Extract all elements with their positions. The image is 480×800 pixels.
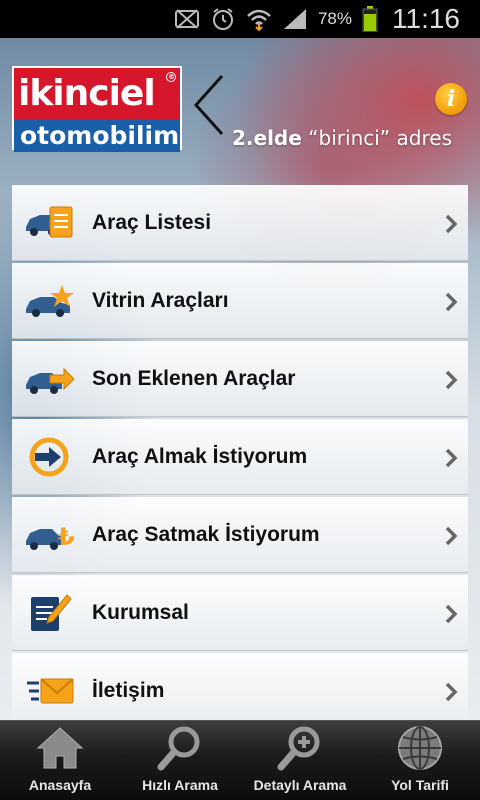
main-menu: Araç Listesi Vitrin Araçları Son Eklenen… (12, 185, 468, 720)
menu-item-son-eklenen-araclar[interactable]: Son Eklenen Araçlar (12, 341, 468, 417)
status-bar: 78% 11:16 (0, 0, 480, 38)
menu-item-arac-satmak-istiyorum[interactable]: ₺ Araç Satmak İstiyorum (12, 497, 468, 573)
signal-icon (282, 6, 308, 32)
logo-top: ikinciel ® (14, 68, 180, 120)
chevron-right-icon (444, 526, 458, 551)
battery-percent: 78% (317, 9, 352, 28)
tab-detayli-arama[interactable]: Detaylı Arama (240, 721, 360, 800)
tab-hizli-arama[interactable]: Hızlı Arama (120, 721, 240, 800)
chevron-right-icon (444, 448, 458, 473)
brand-logo[interactable]: ikinciel ® otomobilim (12, 66, 182, 152)
alarm-icon (210, 6, 236, 32)
chevron-right-icon (444, 370, 458, 395)
menu-item-arac-almak-istiyorum[interactable]: Araç Almak İstiyorum (12, 419, 468, 495)
chevron-left-icon (192, 74, 226, 141)
home-icon (34, 723, 86, 773)
menu-item-iletisim[interactable]: İletişim (12, 653, 468, 720)
bottom-tab-bar: Anasayfa Hızlı Arama Detaylı Arama Yol T… (0, 720, 480, 800)
tagline-bold: 2.elde (232, 126, 302, 150)
menu-item-kurumsal[interactable]: Kurumsal (12, 575, 468, 651)
tagline-rest: “birinci” adres (301, 126, 452, 150)
menu-item-vitrin-araclari[interactable]: Vitrin Araçları (12, 263, 468, 339)
mute-icon (174, 6, 200, 32)
registered-mark: ® (166, 72, 176, 82)
car-list-icon (20, 201, 80, 245)
wifi-icon (246, 6, 272, 32)
menu-item-arac-listesi[interactable]: Araç Listesi (12, 185, 468, 261)
chevron-right-icon (444, 604, 458, 629)
chevron-right-icon (444, 292, 458, 317)
car-star-icon (20, 279, 80, 323)
tab-label: Hızlı Arama (142, 777, 218, 793)
tab-label: Yol Tarifi (391, 777, 449, 793)
buy-car-icon (20, 435, 80, 479)
menu-item-label: Araç Listesi (92, 211, 212, 234)
info-button[interactable]: i (435, 83, 467, 115)
tab-label: Anasayfa (28, 777, 92, 793)
chevron-right-icon (444, 214, 458, 239)
svg-text:₺: ₺ (58, 523, 75, 551)
menu-item-label: Kurumsal (92, 601, 189, 624)
car-new-icon (20, 357, 80, 401)
zoom-in-icon (274, 723, 326, 773)
logo-bottom-text: otomobilim (14, 120, 180, 152)
battery-icon (362, 6, 378, 32)
header: ikinciel ® otomobilim 2.elde “birinci” a… (0, 38, 480, 178)
search-icon (154, 723, 206, 773)
menu-item-label: Araç Almak İstiyorum (92, 445, 308, 468)
menu-item-label: İletişim (92, 679, 165, 702)
menu-item-label: Araç Satmak İstiyorum (92, 523, 320, 546)
mail-icon (20, 669, 80, 713)
corporate-icon (20, 591, 80, 635)
tab-label: Detaylı Arama (253, 777, 347, 793)
menu-item-label: Son Eklenen Araçlar (92, 367, 296, 390)
logo-top-text: ikinciel (18, 73, 156, 114)
sell-car-icon: ₺ (20, 513, 80, 557)
clock: 11:16 (392, 3, 460, 34)
chevron-right-icon (444, 682, 458, 707)
tab-anasayfa[interactable]: Anasayfa (0, 721, 120, 800)
menu-item-label: Vitrin Araçları (92, 289, 229, 312)
globe-icon (394, 723, 446, 773)
tagline: 2.elde “birinci” adres (232, 126, 452, 150)
app-screen: ikinciel ® otomobilim 2.elde “birinci” a… (0, 38, 480, 720)
tab-yol-tarifi[interactable]: Yol Tarifi (360, 721, 480, 800)
